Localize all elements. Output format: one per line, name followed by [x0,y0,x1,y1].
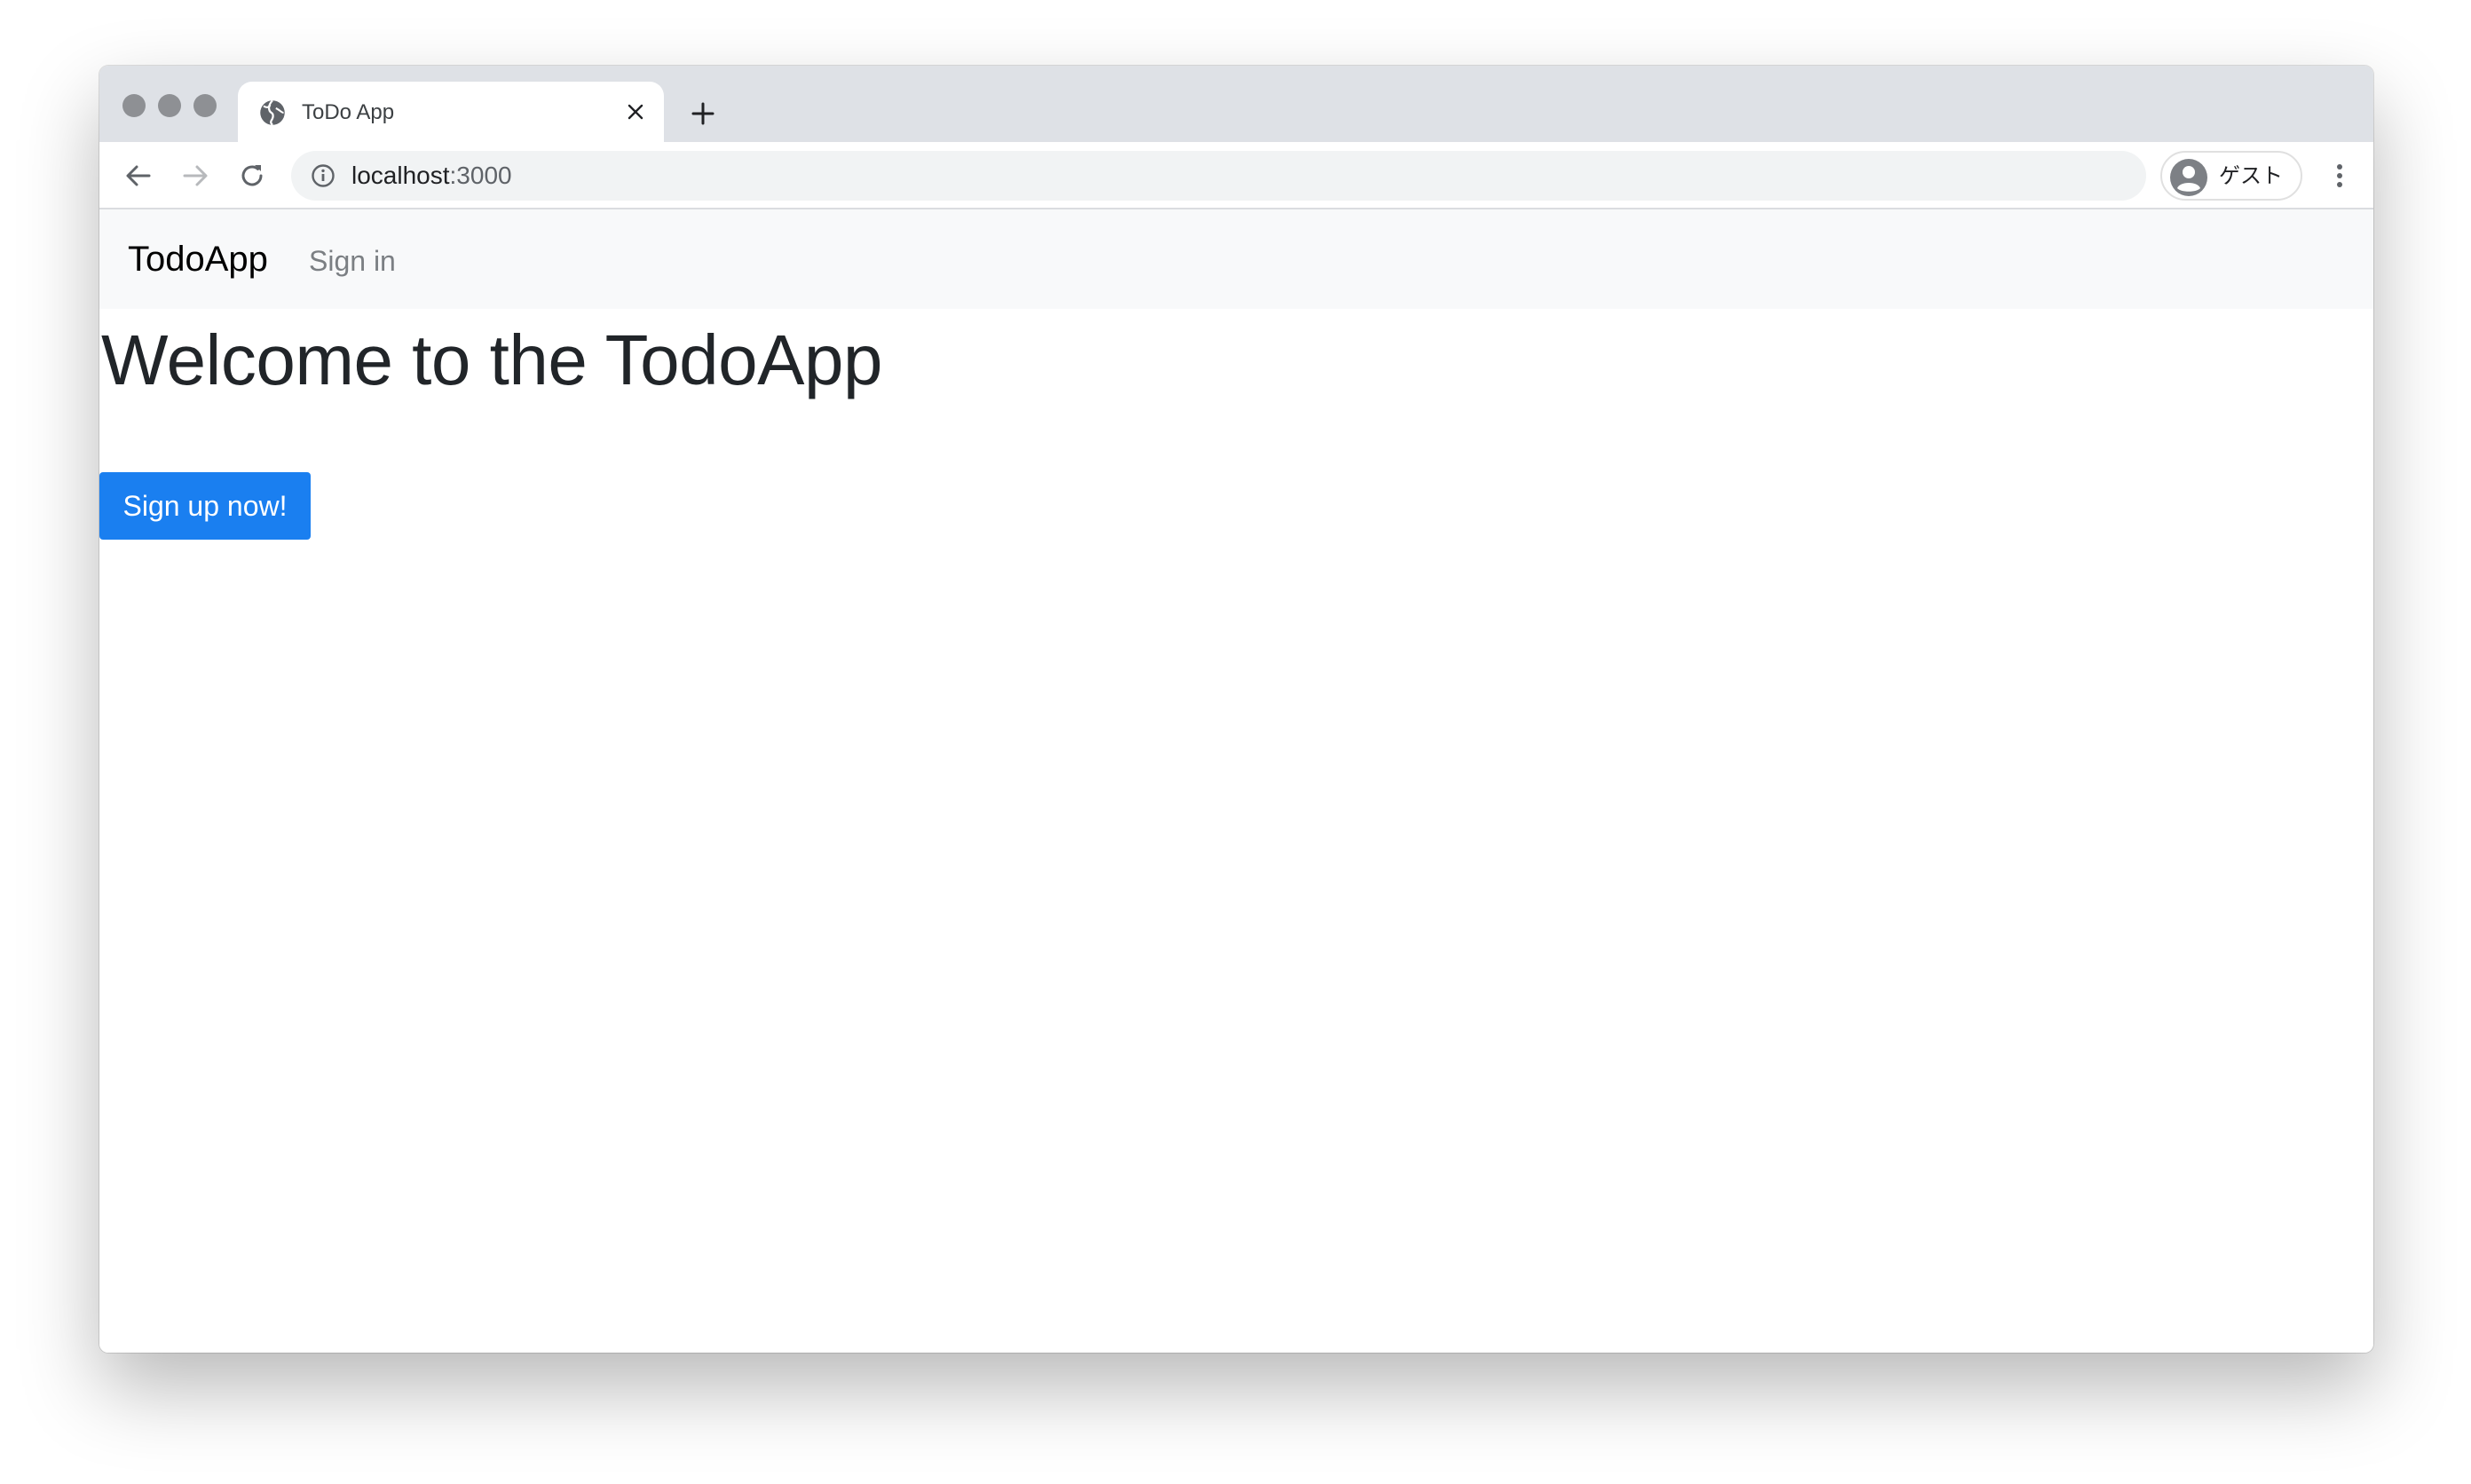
window-controls [122,94,217,117]
close-window-button[interactable] [122,94,146,117]
app-navbar: TodoApp Sign in [99,209,2373,309]
address-bar[interactable]: localhost:3000 [291,151,2146,201]
minimize-window-button[interactable] [158,94,181,117]
browser-window: ToDo App localhost:3000 ゲスト TodoApp Sign… [99,66,2373,1353]
navbar-brand[interactable]: TodoApp [128,240,268,279]
close-icon[interactable] [621,98,650,126]
tab-todo-app[interactable]: ToDo App [238,82,664,142]
plus-icon[interactable] [685,96,721,131]
maximize-window-button[interactable] [193,94,217,117]
user-avatar-icon [2170,159,2207,196]
url-port: :3000 [449,162,512,189]
arrow-right-icon[interactable] [174,154,217,197]
sign-up-button[interactable]: Sign up now! [99,472,311,540]
profile-button[interactable]: ゲスト [2160,151,2302,201]
arrow-left-icon[interactable] [117,154,160,197]
reload-icon[interactable] [231,154,273,197]
nav-link-sign-in[interactable]: Sign in [309,243,396,279]
more-vertical-icon[interactable] [2318,154,2361,197]
page-viewport: TodoApp Sign in Welcome to the TodoApp S… [99,209,2373,1353]
globe-icon [260,99,285,126]
browser-toolbar: localhost:3000 ゲスト [99,142,2373,209]
url-text: localhost:3000 [351,162,512,190]
info-icon[interactable] [311,163,336,188]
url-host: localhost [351,162,450,189]
tab-title: ToDo App [302,100,395,124]
profile-name: ゲスト [2219,164,2283,188]
tab-strip: ToDo App [99,66,2373,142]
page-title: Welcome to the TodoApp [101,320,882,399]
